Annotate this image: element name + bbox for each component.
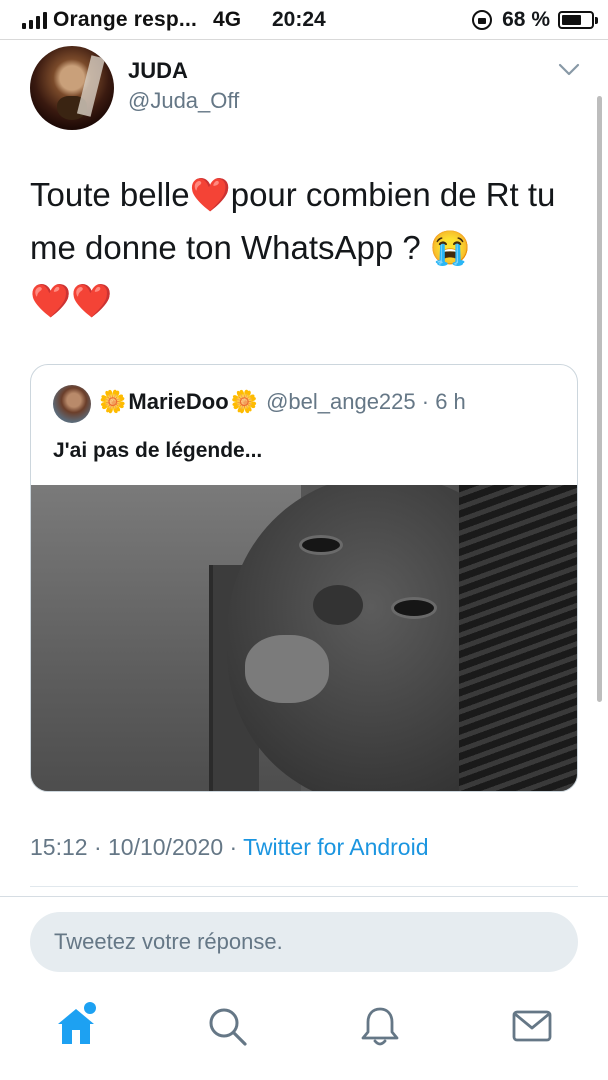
quoted-name: MarieDoo [128,389,229,414]
photo-hair [459,485,577,791]
tab-messages[interactable] [510,1004,554,1048]
battery-level [562,15,582,25]
photo-eye-right [391,597,437,619]
quoted-header: 🌼 MarieDoo 🌼 @bel_ange225 · 6 h [99,389,466,415]
divider [30,886,578,887]
tab-notifications[interactable] [358,1004,402,1048]
quoted-text: J'ai pas de légende... [53,439,263,462]
chevron-down-icon[interactable] [558,62,580,78]
divider [0,896,608,897]
crying-emoji: 😭 [429,229,472,266]
tweet-timestamp: 15:12 · 10/10/2020 · [30,834,244,860]
author-name[interactable]: JUDA [128,58,188,84]
tweet-source-link[interactable]: Twitter for Android [243,834,428,860]
quoted-tweet[interactable]: 🌼 MarieDoo 🌼 @bel_ange225 · 6 h J'ai pas… [30,364,578,792]
signal-icon [22,11,47,29]
quoted-handle-time: @bel_ange225 · 6 h [266,389,466,414]
notification-dot [84,1002,96,1014]
tab-search[interactable] [205,1004,249,1048]
status-right: 68 % [472,6,598,34]
status-bar: Orange resp... 4G 20:24 68 % [0,0,608,40]
quoted-photo[interactable] [31,485,577,791]
status-left: Orange resp... 4G [22,6,241,34]
flower-emoji-2: 🌼 [230,389,259,414]
author-handle[interactable]: @Juda_Off [128,88,239,114]
photo-lips [245,635,329,703]
carrier-name: Orange resp... [53,8,198,31]
battery-percent: 68 % [502,8,550,31]
network-type: 4G [213,8,242,31]
flower-emoji: 🌼 [99,389,127,414]
bell-icon [361,1007,399,1046]
author-avatar[interactable] [30,46,114,130]
battery-icon [558,11,598,29]
rotation-lock-icon [472,10,493,30]
reply-input[interactable]: Tweetez votre réponse. [30,912,578,972]
clock: 20:24 [272,8,326,31]
scrollbar[interactable] [597,96,602,702]
search-icon [209,1008,247,1046]
reply-placeholder: Tweetez votre réponse. [54,929,283,954]
tweet-meta: 15:12 · 10/10/2020 · Twitter for Android [30,834,429,861]
quoted-avatar [53,385,91,423]
tweet-text: Toute belle❤️pour combien de Rt tu me do… [30,168,575,327]
mail-icon [512,1010,552,1042]
tweet-text-part1: Toute belle [30,176,190,213]
photo-eye-left [299,535,343,555]
hearts-line: ❤️❤️ [30,282,113,319]
heart-emoji: ❤️ [189,176,231,213]
photo-nose [313,585,363,625]
